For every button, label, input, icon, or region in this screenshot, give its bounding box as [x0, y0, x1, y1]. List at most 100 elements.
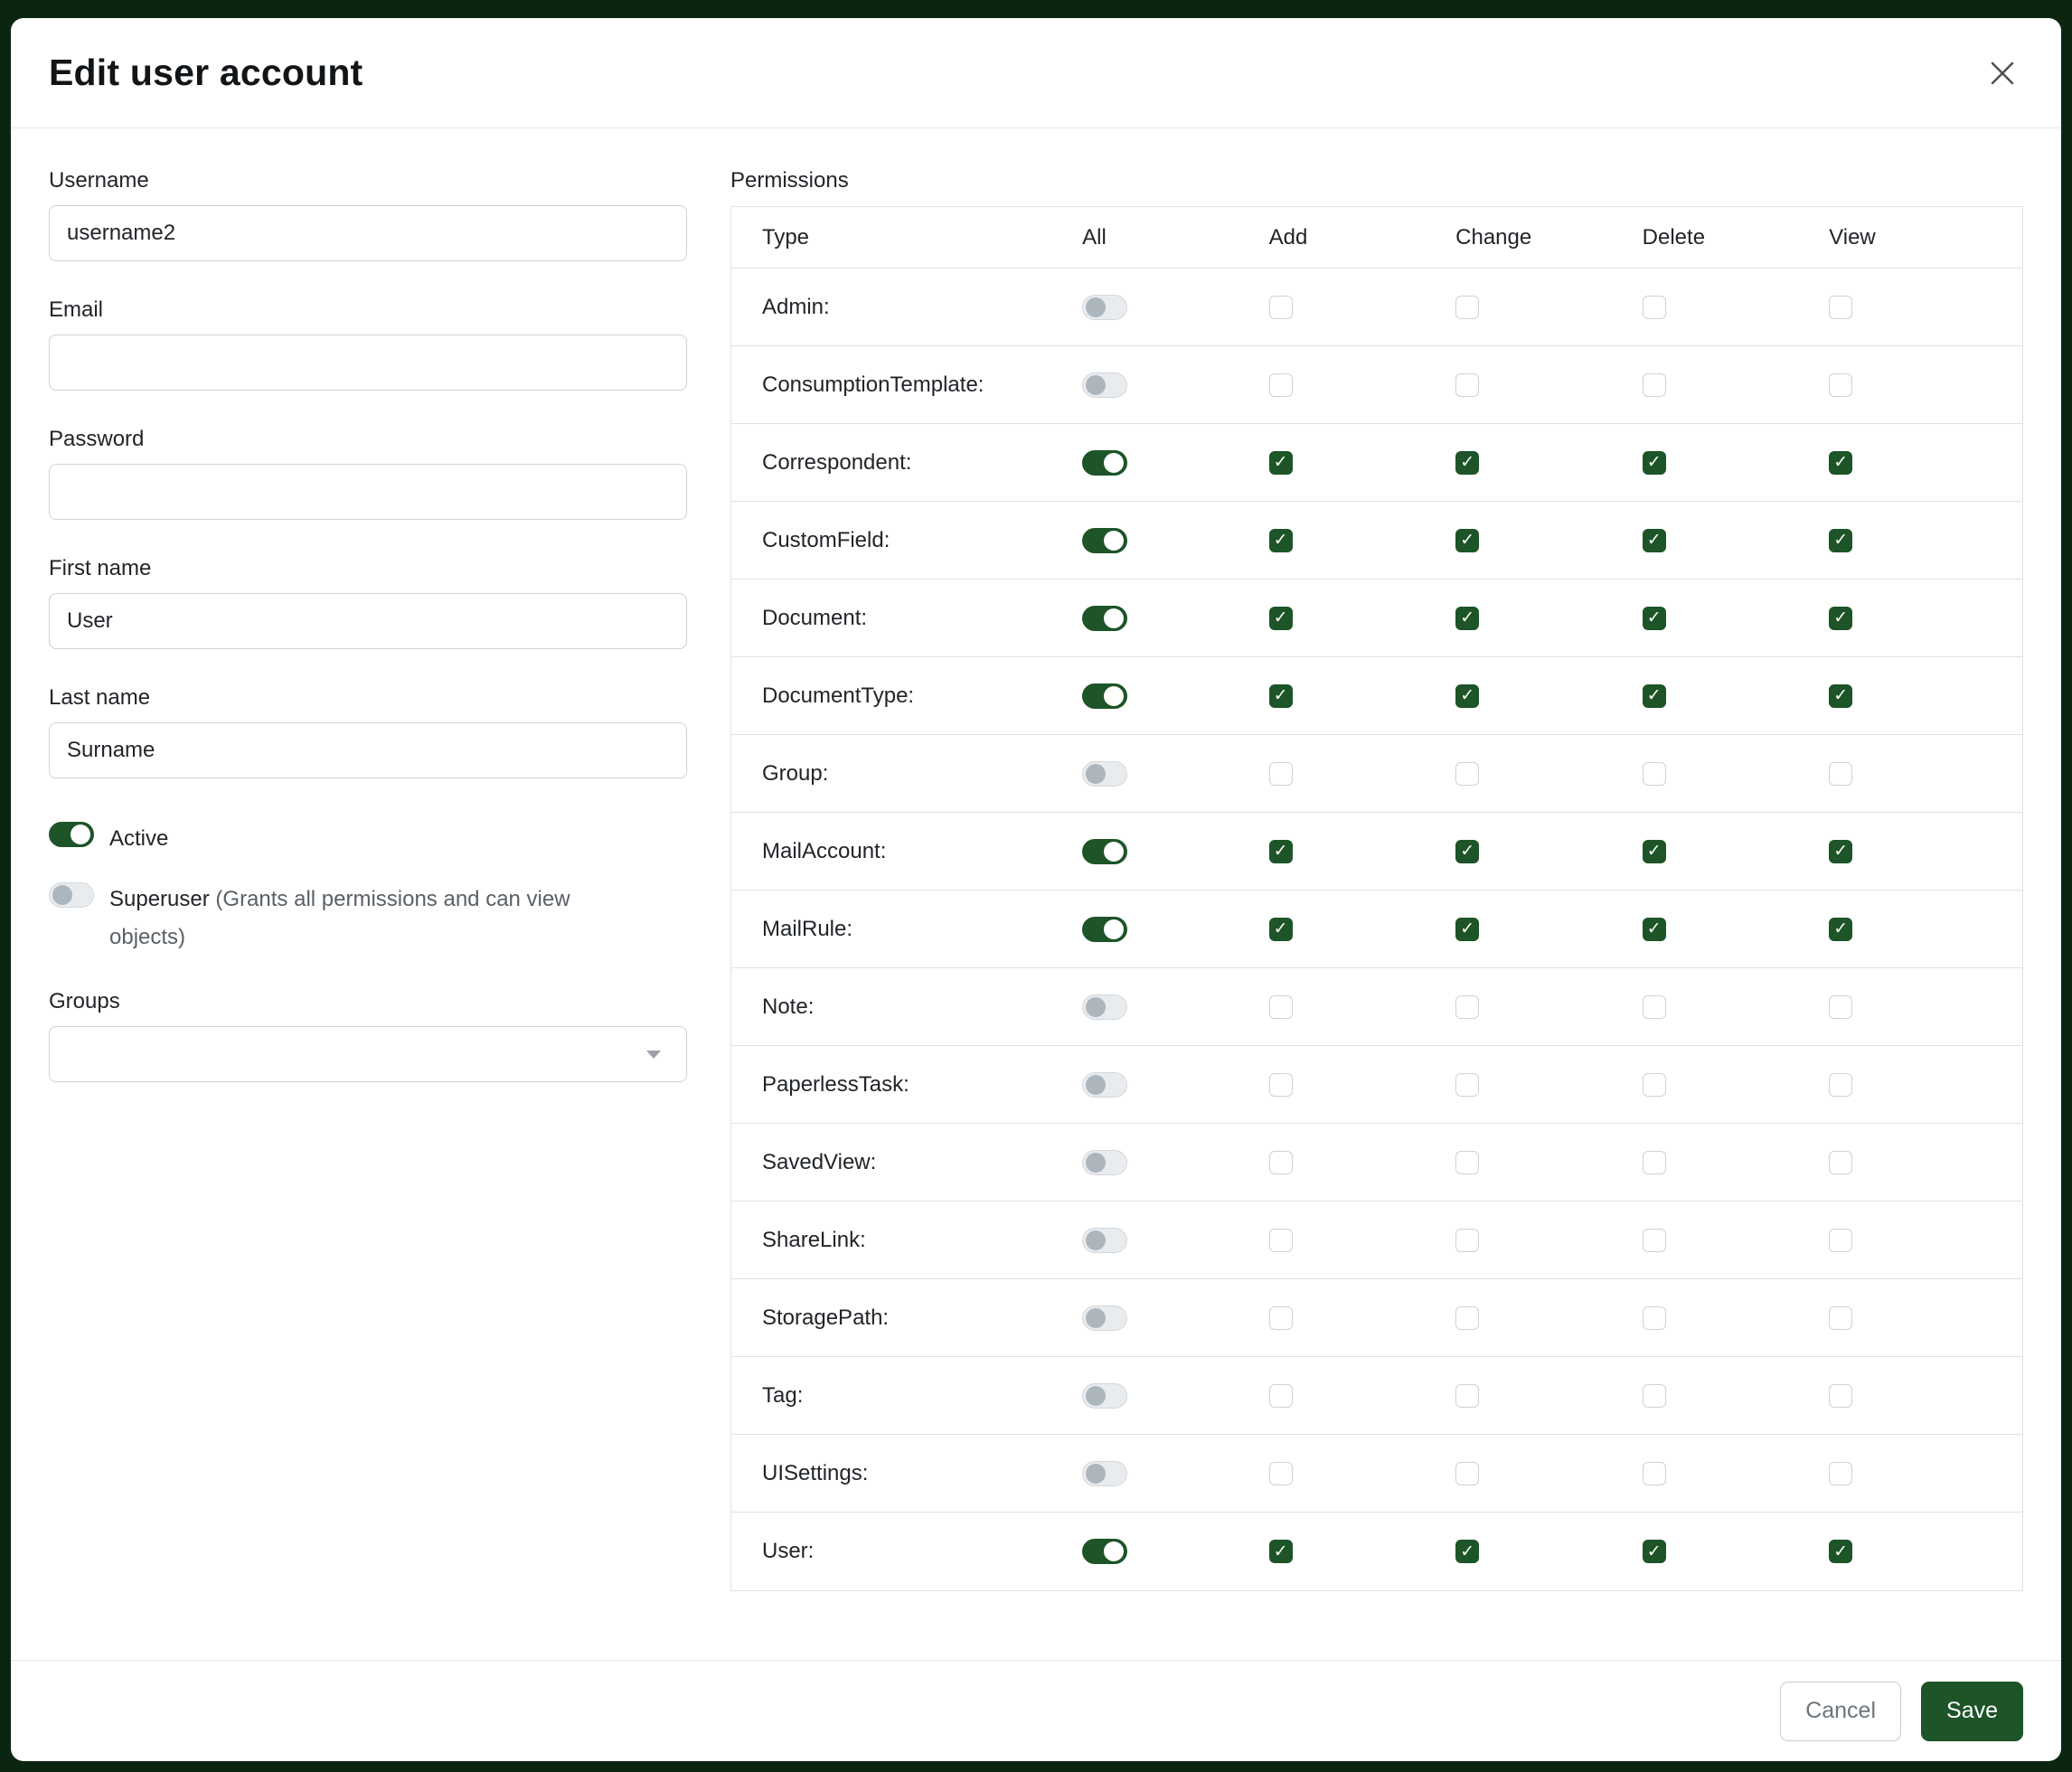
permission-delete-checkbox[interactable]: ✓ [1643, 1540, 1666, 1563]
permission-all-toggle[interactable] [1082, 683, 1127, 709]
permission-change-checkbox[interactable]: ✓ [1455, 607, 1479, 630]
permission-all-toggle[interactable] [1082, 1383, 1127, 1409]
first-name-input[interactable] [49, 593, 687, 649]
permission-add-checkbox[interactable] [1269, 762, 1293, 786]
permission-change-checkbox[interactable] [1455, 1306, 1479, 1330]
permission-add-checkbox[interactable] [1269, 1229, 1293, 1252]
cancel-button[interactable]: Cancel [1780, 1682, 1901, 1741]
permission-view-checkbox[interactable]: ✓ [1829, 840, 1852, 863]
permission-all-toggle[interactable] [1082, 761, 1127, 787]
permission-add-checkbox[interactable]: ✓ [1269, 684, 1293, 708]
last-name-input[interactable] [49, 722, 687, 778]
permission-add-checkbox[interactable] [1269, 296, 1293, 319]
permission-view-checkbox[interactable]: ✓ [1829, 451, 1852, 475]
permission-delete-checkbox[interactable] [1643, 1462, 1666, 1485]
permission-view-checkbox[interactable] [1829, 1229, 1852, 1252]
permission-delete-checkbox[interactable]: ✓ [1643, 918, 1666, 941]
permission-add-checkbox[interactable]: ✓ [1269, 918, 1293, 941]
permission-change-checkbox[interactable] [1455, 373, 1479, 397]
permission-delete-checkbox[interactable] [1643, 296, 1666, 319]
permission-all-toggle[interactable] [1082, 994, 1127, 1020]
permission-add-checkbox[interactable] [1269, 1384, 1293, 1408]
permission-delete-checkbox[interactable] [1643, 1073, 1666, 1097]
permission-add-checkbox[interactable]: ✓ [1269, 529, 1293, 552]
permission-change-checkbox[interactable] [1455, 995, 1479, 1019]
permission-all-toggle[interactable] [1082, 917, 1127, 942]
permission-view-checkbox[interactable] [1829, 296, 1852, 319]
permission-view-checkbox[interactable]: ✓ [1829, 918, 1852, 941]
groups-select[interactable] [49, 1026, 687, 1082]
permission-all-toggle[interactable] [1082, 839, 1127, 864]
permission-all-toggle[interactable] [1082, 1228, 1127, 1253]
password-input[interactable] [49, 464, 687, 520]
permission-change-checkbox[interactable] [1455, 1151, 1479, 1174]
permission-add-checkbox[interactable] [1269, 1306, 1293, 1330]
permission-view-checkbox[interactable] [1829, 995, 1852, 1019]
active-toggle[interactable] [49, 822, 94, 847]
permission-delete-checkbox[interactable] [1643, 1151, 1666, 1174]
permission-add-checkbox[interactable]: ✓ [1269, 840, 1293, 863]
email-input[interactable] [49, 335, 687, 391]
permission-all-toggle[interactable] [1082, 450, 1127, 476]
permission-all-toggle[interactable] [1082, 372, 1127, 398]
permission-add-checkbox[interactable]: ✓ [1269, 451, 1293, 475]
permission-change-checkbox[interactable]: ✓ [1455, 1540, 1479, 1563]
permission-view-checkbox[interactable] [1829, 1462, 1852, 1485]
permission-change-checkbox[interactable]: ✓ [1455, 918, 1479, 941]
permission-add-checkbox[interactable] [1269, 1073, 1293, 1097]
permission-all-toggle[interactable] [1082, 528, 1127, 553]
permission-view-checkbox[interactable] [1829, 373, 1852, 397]
permission-delete-checkbox[interactable]: ✓ [1643, 684, 1666, 708]
permission-view-checkbox[interactable]: ✓ [1829, 1540, 1852, 1563]
permission-view-checkbox[interactable]: ✓ [1829, 529, 1852, 552]
permission-delete-checkbox[interactable] [1643, 1306, 1666, 1330]
permission-add-checkbox[interactable] [1269, 1462, 1293, 1485]
permission-all-toggle[interactable] [1082, 1150, 1127, 1175]
permission-all-toggle[interactable] [1082, 1072, 1127, 1098]
permission-view-checkbox[interactable]: ✓ [1829, 684, 1852, 708]
permission-add-checkbox[interactable]: ✓ [1269, 1540, 1293, 1563]
permission-change-checkbox[interactable] [1455, 1462, 1479, 1485]
permission-view-checkbox[interactable] [1829, 762, 1852, 786]
close-button[interactable] [1982, 52, 2023, 94]
permission-view-checkbox[interactable] [1829, 1384, 1852, 1408]
permission-change-checkbox[interactable]: ✓ [1455, 840, 1479, 863]
column-header-delete: Delete [1612, 225, 1799, 250]
permission-delete-checkbox[interactable] [1643, 1229, 1666, 1252]
permission-change-checkbox[interactable]: ✓ [1455, 529, 1479, 552]
permission-add-checkbox[interactable] [1269, 373, 1293, 397]
permission-view-checkbox[interactable]: ✓ [1829, 607, 1852, 630]
permission-change-checkbox[interactable] [1455, 762, 1479, 786]
permission-all-cell [1051, 761, 1238, 787]
permission-all-toggle[interactable] [1082, 295, 1127, 320]
permission-delete-checkbox[interactable] [1643, 995, 1666, 1019]
permission-delete-checkbox[interactable] [1643, 762, 1666, 786]
superuser-toggle[interactable] [49, 882, 94, 908]
permission-delete-checkbox[interactable]: ✓ [1643, 840, 1666, 863]
permission-all-toggle[interactable] [1082, 1539, 1127, 1564]
permission-add-checkbox[interactable] [1269, 1151, 1293, 1174]
permission-change-checkbox[interactable]: ✓ [1455, 684, 1479, 708]
permission-view-checkbox[interactable] [1829, 1151, 1852, 1174]
permission-change-cell: ✓ [1425, 1540, 1612, 1563]
permission-add-checkbox[interactable] [1269, 995, 1293, 1019]
permission-delete-checkbox[interactable] [1643, 1384, 1666, 1408]
save-button[interactable]: Save [1921, 1682, 2023, 1741]
permission-row: Admin: [731, 269, 2022, 346]
permission-change-checkbox[interactable]: ✓ [1455, 451, 1479, 475]
permission-change-checkbox[interactable] [1455, 1384, 1479, 1408]
permission-all-toggle[interactable] [1082, 606, 1127, 631]
permission-delete-checkbox[interactable]: ✓ [1643, 451, 1666, 475]
permission-delete-checkbox[interactable] [1643, 373, 1666, 397]
permission-view-checkbox[interactable] [1829, 1306, 1852, 1330]
permission-change-checkbox[interactable] [1455, 296, 1479, 319]
permission-all-toggle[interactable] [1082, 1305, 1127, 1331]
permission-delete-checkbox[interactable]: ✓ [1643, 529, 1666, 552]
permission-change-checkbox[interactable] [1455, 1229, 1479, 1252]
permission-view-checkbox[interactable] [1829, 1073, 1852, 1097]
permission-all-toggle[interactable] [1082, 1461, 1127, 1486]
permission-add-checkbox[interactable]: ✓ [1269, 607, 1293, 630]
permission-delete-checkbox[interactable]: ✓ [1643, 607, 1666, 630]
username-input[interactable] [49, 205, 687, 261]
permission-change-checkbox[interactable] [1455, 1073, 1479, 1097]
